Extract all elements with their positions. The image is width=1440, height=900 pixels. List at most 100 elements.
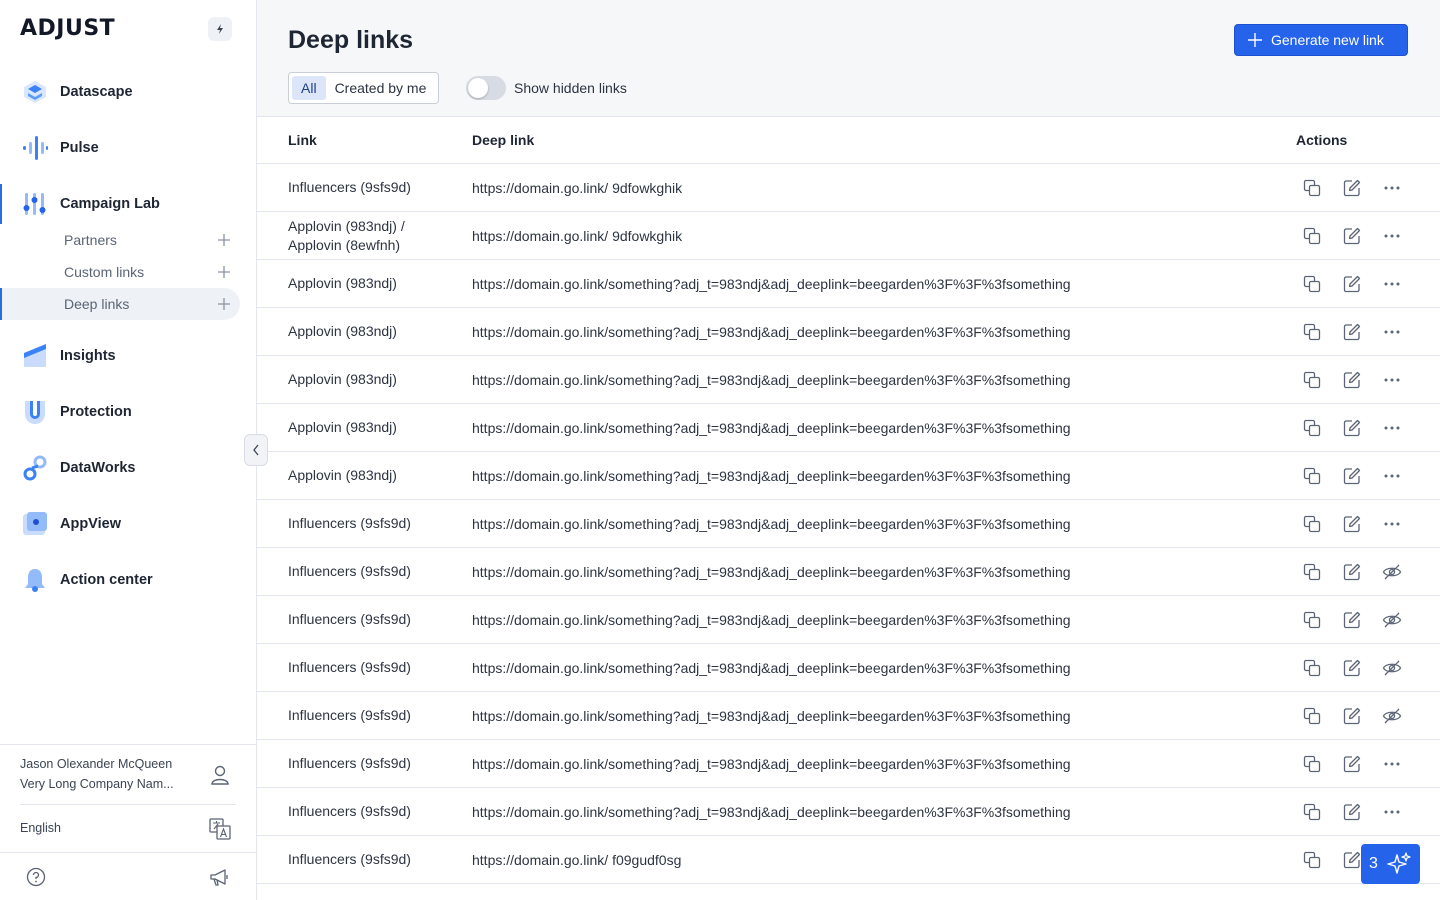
copy-icon[interactable] [1302,514,1322,534]
filter-segmented-control: All Created by me [288,72,440,104]
filter-all[interactable]: All [292,76,326,100]
edit-icon[interactable] [1342,514,1362,534]
edit-icon[interactable] [1342,370,1362,390]
copy-icon[interactable] [1302,706,1322,726]
edit-icon[interactable] [1342,466,1362,486]
copy-icon[interactable] [1302,226,1322,246]
link-name-cell: Applovin (983ndj) [288,467,397,483]
hidden-icon[interactable] [1382,706,1402,726]
table-row: Influencers (9sfs9d) https://domain.go.li… [257,596,1440,644]
edit-icon[interactable] [1342,178,1362,198]
hidden-icon[interactable] [1382,562,1402,582]
link-name-cell: Applovin (983ndj) / Applovin (8ewfnh) [288,217,405,253]
more-options-icon[interactable] [1382,466,1402,486]
more-options-icon[interactable] [1382,274,1402,294]
hidden-icon[interactable] [1382,658,1402,678]
nav-item-action-center[interactable]: Action center [0,560,256,600]
pulse-icon [23,136,48,160]
quick-actions-button[interactable] [208,17,232,41]
help-icon[interactable] [26,867,46,887]
sidebar-item-partners[interactable]: Partners [0,224,240,256]
generate-new-link-button[interactable]: Generate new link [1234,24,1408,56]
copy-icon[interactable] [1302,274,1322,294]
more-options-icon[interactable] [1382,226,1402,246]
more-options-icon[interactable] [1382,322,1402,342]
edit-icon[interactable] [1342,322,1362,342]
table-row: Influencers (9sfs9d) https://domain.go.li… [257,548,1440,596]
edit-icon[interactable] [1342,706,1362,726]
edit-icon[interactable] [1342,418,1362,438]
copy-icon[interactable] [1302,658,1322,678]
language-icon[interactable] [208,817,232,841]
edit-icon[interactable] [1342,226,1362,246]
copy-icon[interactable] [1302,322,1322,342]
nav-item-pulse[interactable]: Pulse [0,128,256,168]
edit-icon[interactable] [1342,274,1362,294]
more-options-icon[interactable] [1382,754,1402,774]
nav-item-dataworks[interactable]: DataWorks [0,448,256,488]
filter-created-by-me[interactable]: Created by me [326,76,436,100]
adjust-logo[interactable]: ADJUST [20,16,115,41]
more-options-icon[interactable] [1382,370,1402,390]
nav-label: Insights [60,348,116,364]
copy-icon[interactable] [1302,178,1322,198]
copy-icon[interactable] [1302,418,1322,438]
add-deep-link-icon[interactable] [216,296,232,312]
more-options-icon[interactable] [1382,418,1402,438]
deep-link-cell: https://domain.go.link/something?adj_t=9… [472,659,1071,676]
more-options-icon[interactable] [1382,178,1402,198]
deep-link-cell: https://domain.go.link/something?adj_t=9… [472,419,1071,436]
toggle-label: Show hidden links [514,80,627,96]
nav-item-insights[interactable]: Insights [0,336,256,376]
nav-item-datascape[interactable]: Datascape [0,72,256,112]
language-label[interactable]: English [20,821,61,835]
megaphone-icon[interactable] [209,867,231,887]
table-row: Applovin (983ndj) https://domain.go.link/… [257,356,1440,404]
link-name-cell: Applovin (983ndj) [288,371,397,387]
copy-icon[interactable] [1302,562,1322,582]
edit-icon[interactable] [1342,754,1362,774]
table-header: Link Deep link Actions [257,117,1440,164]
nav-label: Protection [60,404,132,420]
add-partner-icon[interactable] [216,232,232,248]
edit-icon[interactable] [1342,802,1362,822]
more-options-icon[interactable] [1382,514,1402,534]
copy-icon[interactable] [1302,610,1322,630]
copy-icon[interactable] [1302,466,1322,486]
sub-label: Deep links [64,296,130,312]
table-row: Influencers (9sfs9d) https://domain.go.li… [257,740,1440,788]
sidebar-item-deep-links[interactable]: Deep links [0,288,240,320]
hidden-icon[interactable] [1382,610,1402,630]
table-row: Applovin (983ndj) https://domain.go.link/… [257,452,1440,500]
nav-label: AppView [60,516,121,532]
add-custom-link-icon[interactable] [216,264,232,280]
link-name-cell: Applovin (983ndj) [288,419,397,435]
edit-icon[interactable] [1342,562,1362,582]
copy-icon[interactable] [1302,802,1322,822]
nav-label: Action center [60,572,153,588]
edit-icon[interactable] [1342,658,1362,678]
link-name-cell: Applovin (983ndj) [288,275,397,291]
show-hidden-links-toggle[interactable] [466,76,506,100]
copy-icon[interactable] [1302,754,1322,774]
edit-icon[interactable] [1342,610,1362,630]
user-icon[interactable] [208,763,232,787]
notification-count: 3 [1369,855,1378,872]
edit-icon[interactable] [1342,850,1362,870]
table-row: Influencers (9sfs9d) https://domain.go.li… [257,500,1440,548]
user-name: Jason Olexander McQueen [20,757,173,771]
sidebar-item-custom-links[interactable]: Custom links [0,256,240,288]
ai-assistant-button[interactable]: 3 [1361,844,1420,884]
more-options-icon[interactable] [1382,802,1402,822]
copy-icon[interactable] [1302,370,1322,390]
datascape-icon [24,81,46,103]
nav-item-appview[interactable]: AppView [0,504,256,544]
column-header-deep-link: Deep link [472,132,535,148]
dataworks-icon [23,455,47,481]
divider [20,804,236,805]
column-header-actions: Actions [1296,132,1348,148]
nav-item-protection[interactable]: Protection [0,392,256,432]
collapse-sidebar-button[interactable] [244,434,268,466]
copy-icon[interactable] [1302,850,1322,870]
nav-item-campaign-lab[interactable]: Campaign Lab [0,184,256,224]
